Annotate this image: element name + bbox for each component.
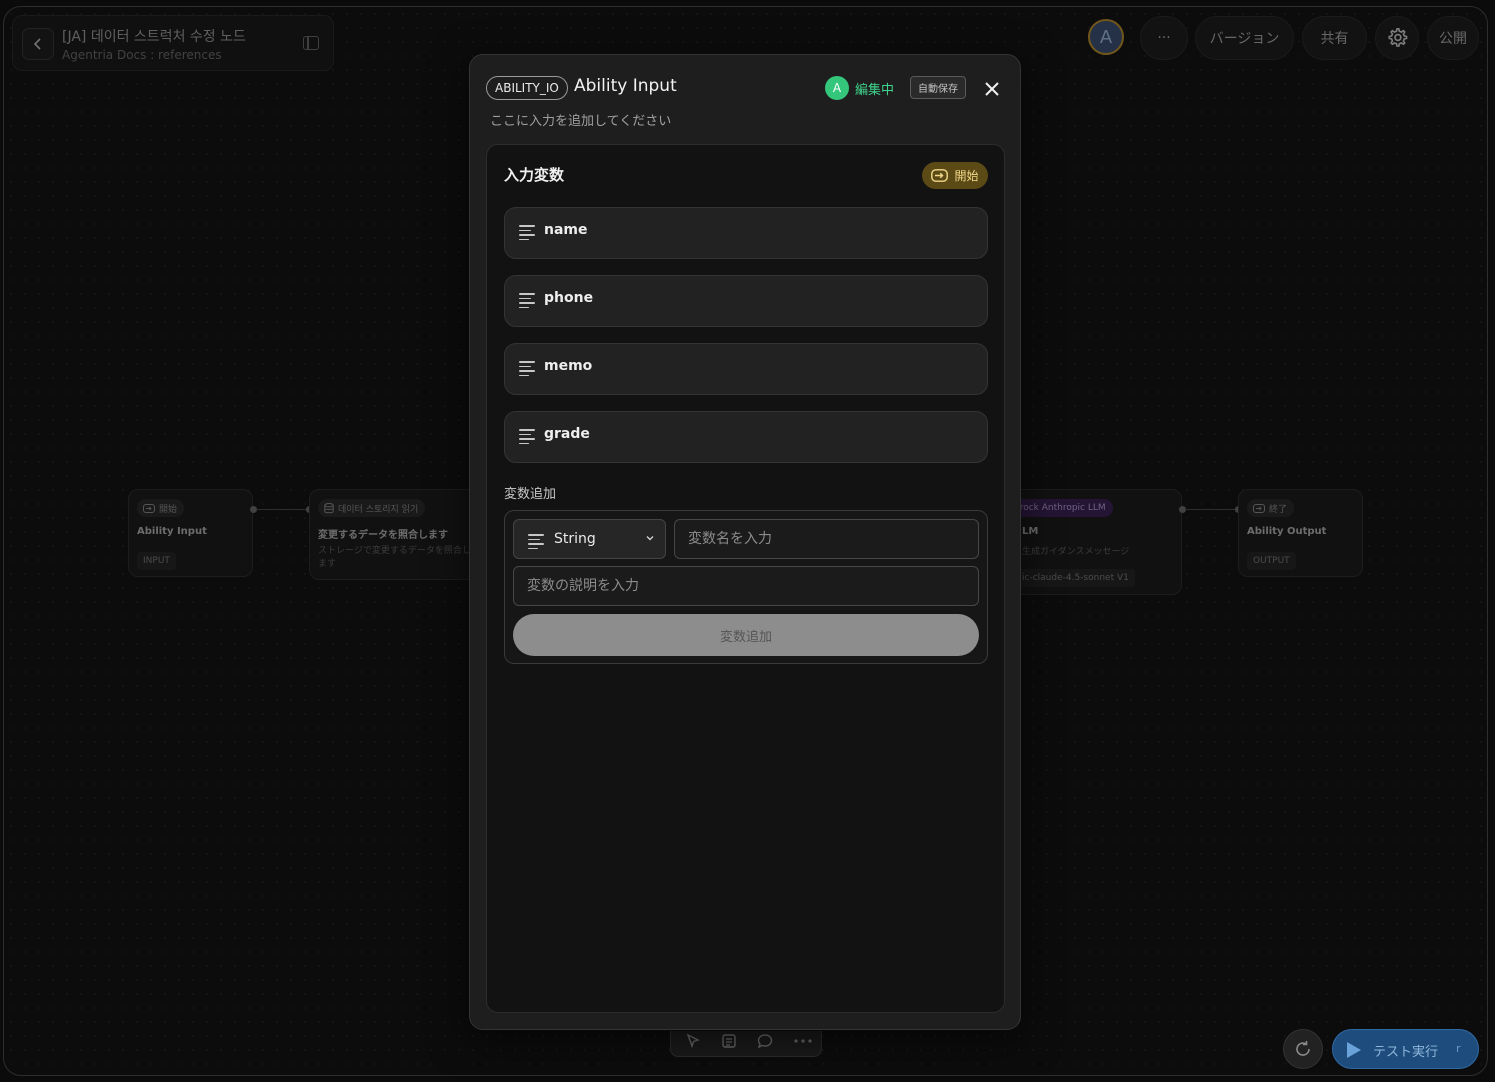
workflow-title: [JA] 데이터 스트럭처 수정 노드 (62, 29, 246, 45)
start-badge: 開始 (922, 162, 988, 189)
variable-row[interactable]: memo (504, 343, 988, 395)
input-variables-panel: 入力変数 開始 name phone memo grade 変数追加 Strin… (486, 144, 1005, 1013)
variable-name: name (544, 222, 588, 238)
canvas-toolbar (670, 1031, 822, 1057)
variable-name: phone (544, 290, 594, 306)
pointer-icon[interactable] (685, 1033, 701, 1049)
autosave-badge: 自動保存 (910, 76, 966, 99)
refresh-icon (1296, 1041, 1310, 1056)
add-variable-form: String 変数追加 (504, 510, 988, 664)
gear-icon (1388, 28, 1408, 47)
database-icon (324, 502, 334, 513)
node-edge (256, 509, 308, 510)
node-title: Ability Output (1247, 526, 1327, 537)
test-run-button[interactable]: テスト実行 r (1332, 1029, 1479, 1069)
variable-name: memo (544, 358, 593, 374)
more-button[interactable]: ··· (1140, 16, 1188, 60)
node-chip: 데이터 스토리지 읽기 (318, 499, 426, 517)
play-icon (1347, 1042, 1361, 1058)
workflow-node-ability-input[interactable]: 開始 Ability Input INPUT (128, 489, 253, 577)
editing-status: 編集中 (855, 83, 895, 98)
text-lines-icon (519, 293, 535, 309)
node-title: 変更するデータを照合します (318, 530, 448, 541)
variable-row[interactable]: grade (504, 411, 988, 463)
node-type-badge: ABILITY_IO (486, 76, 568, 100)
user-avatar[interactable]: A (1088, 19, 1124, 55)
variable-name: grade (544, 426, 590, 442)
version-button[interactable]: バージョン (1195, 16, 1294, 60)
shortcut-hint: r (1456, 1042, 1461, 1055)
node-tag: OUTPUT (1247, 552, 1296, 570)
text-lines-icon (519, 225, 535, 241)
share-button[interactable]: 共有 (1302, 16, 1367, 60)
variable-type-select[interactable]: String (513, 519, 666, 559)
text-lines-icon (528, 534, 544, 550)
variable-description-input[interactable] (513, 566, 979, 606)
modal-title[interactable]: Ability Input (574, 76, 677, 96)
close-button[interactable] (980, 77, 1004, 101)
node-tag: INPUT (137, 552, 176, 570)
more-horizontal-icon[interactable] (792, 1033, 814, 1049)
selected-type: String (554, 531, 596, 547)
text-lines-icon (519, 429, 535, 445)
section-title: 入力変数 (504, 166, 565, 184)
variable-row[interactable]: phone (504, 275, 988, 327)
close-icon (985, 82, 999, 96)
node-description: ストレージで変更するデータを照合し ます (318, 546, 471, 569)
output-icon (1253, 503, 1265, 513)
chevron-down-icon (646, 536, 654, 541)
workflow-title-card: [JA] 데이터 스트럭처 수정 노드 Agentria Docs : refe… (12, 15, 334, 71)
variable-row[interactable]: name (504, 207, 988, 259)
node-chip: drock Anthropic LLM (1008, 499, 1113, 517)
publish-button[interactable]: 公開 (1427, 16, 1479, 60)
node-description: 生成ガイダンスメッセージ (1022, 547, 1130, 557)
add-variable-label: 変数追加 (504, 487, 557, 502)
settings-button[interactable] (1375, 16, 1419, 60)
note-icon[interactable] (721, 1033, 737, 1049)
node-chip: 終了 (1247, 499, 1295, 517)
workflow-node-ability-output[interactable]: 終了 Ability Output OUTPUT (1238, 489, 1363, 577)
node-edge (1185, 509, 1237, 510)
ability-input-modal: ABILITY_IO Ability Input ここに入力を追加してください … (469, 54, 1021, 1030)
node-chip: 開始 (137, 499, 185, 517)
add-variable-button[interactable]: 変数追加 (513, 614, 979, 656)
text-lines-icon (519, 361, 535, 377)
workflow-breadcrumb: Agentria Docs : references (62, 48, 222, 62)
back-button[interactable] (22, 28, 54, 60)
input-icon (931, 169, 949, 182)
node-tag: ic-claude-4.5-sonnet V1 (1016, 569, 1135, 587)
sidebar-toggle-icon[interactable] (303, 36, 319, 50)
node-title: Ability Input (137, 526, 207, 537)
editor-avatar: A (825, 76, 849, 100)
comment-icon[interactable] (757, 1033, 773, 1049)
modal-description[interactable]: ここに入力を追加してください (490, 110, 671, 129)
reload-button[interactable] (1283, 1029, 1323, 1069)
variable-name-input[interactable] (674, 519, 979, 559)
chevron-left-icon (33, 38, 41, 50)
node-title: LM (1022, 526, 1039, 537)
input-icon (143, 503, 155, 513)
